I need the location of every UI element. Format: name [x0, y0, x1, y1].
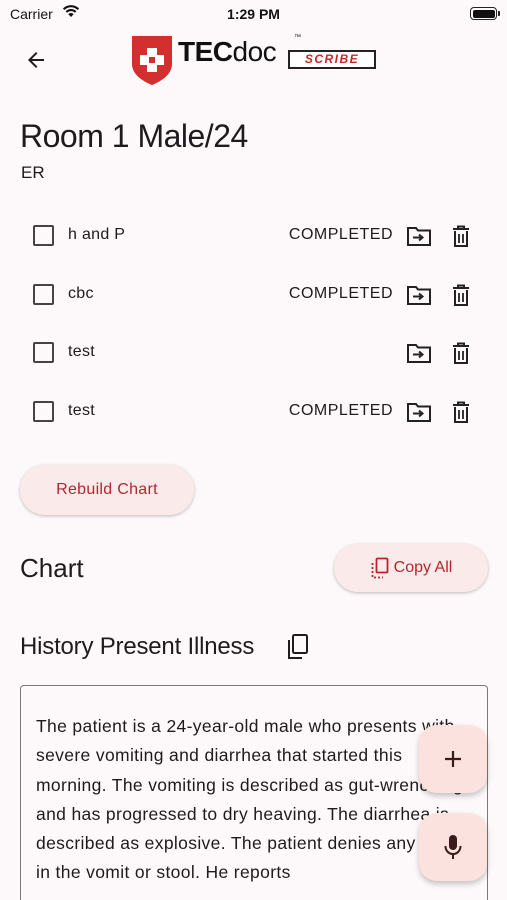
- task-checkbox[interactable]: [33, 401, 54, 422]
- delete-icon: [453, 401, 469, 423]
- back-arrow-icon: [28, 52, 44, 68]
- delete-icon: [453, 225, 469, 247]
- move-to-folder-button[interactable]: [405, 281, 433, 309]
- task-status: COMPLETED: [288, 285, 393, 302]
- copy-section-button[interactable]: [283, 632, 313, 662]
- logo-scribe-badge: SCRIBE: [288, 50, 376, 69]
- move-to-folder-button[interactable]: [405, 339, 433, 367]
- delete-button[interactable]: [447, 398, 475, 426]
- patient-location: ER: [21, 163, 45, 182]
- logo-trademark: ™: [294, 34, 301, 41]
- task-name: h and P: [68, 226, 126, 243]
- copy-all-button[interactable]: Copy All: [334, 544, 488, 592]
- back-button[interactable]: [20, 44, 52, 76]
- add-button[interactable]: [419, 725, 487, 793]
- delete-button[interactable]: [447, 222, 475, 250]
- task-status: COMPLETED: [288, 226, 393, 243]
- history-present-illness-field[interactable]: The patient is a 24-year-old male who pr…: [20, 685, 488, 900]
- task-checkbox[interactable]: [33, 225, 54, 246]
- task-name: cbc: [68, 285, 94, 302]
- dictate-button[interactable]: [419, 813, 487, 881]
- move-to-folder-icon: [407, 286, 431, 305]
- copy-icon: [288, 634, 308, 659]
- move-to-folder-icon: [407, 344, 431, 363]
- logo-brand-bold: TEC: [178, 36, 233, 67]
- task-row: test: [20, 327, 487, 377]
- logo-shield-icon: [132, 36, 172, 85]
- battery-icon: [470, 7, 500, 20]
- task-row: h and P COMPLETED: [20, 210, 487, 260]
- copy-all-label: Copy All: [393, 559, 453, 576]
- delete-button[interactable]: [447, 281, 475, 309]
- task-row: test COMPLETED: [20, 386, 487, 436]
- task-name: test: [68, 343, 95, 360]
- delete-button[interactable]: [447, 339, 475, 367]
- move-to-folder-button[interactable]: [405, 222, 433, 250]
- copy-icon: [371, 557, 389, 579]
- task-checkbox[interactable]: [33, 284, 54, 305]
- move-to-folder-icon: [407, 403, 431, 422]
- task-row: cbc COMPLETED: [20, 269, 487, 319]
- app-logo: TECdoc ™ SCRIBE: [130, 32, 380, 88]
- status-bar: Carrier 1:29 PM: [0, 0, 507, 30]
- delete-icon: [453, 342, 469, 364]
- microphone-icon: [444, 835, 462, 859]
- task-status: COMPLETED: [288, 402, 393, 419]
- move-to-folder-button[interactable]: [405, 398, 433, 426]
- clock: 1:29 PM: [227, 6, 280, 22]
- add-icon: [445, 751, 461, 767]
- rebuild-chart-button[interactable]: Rebuild Chart: [20, 465, 194, 515]
- logo-wordmark: TECdoc: [178, 36, 277, 68]
- delete-icon: [453, 284, 469, 306]
- chart-heading: Chart: [20, 553, 84, 583]
- section-heading: History Present Illness: [20, 633, 255, 660]
- move-to-folder-icon: [407, 227, 431, 246]
- page-title: Room 1 Male/24: [20, 118, 248, 154]
- task-name: test: [68, 402, 95, 419]
- task-checkbox[interactable]: [33, 342, 54, 363]
- logo-brand-rest: doc: [232, 36, 277, 67]
